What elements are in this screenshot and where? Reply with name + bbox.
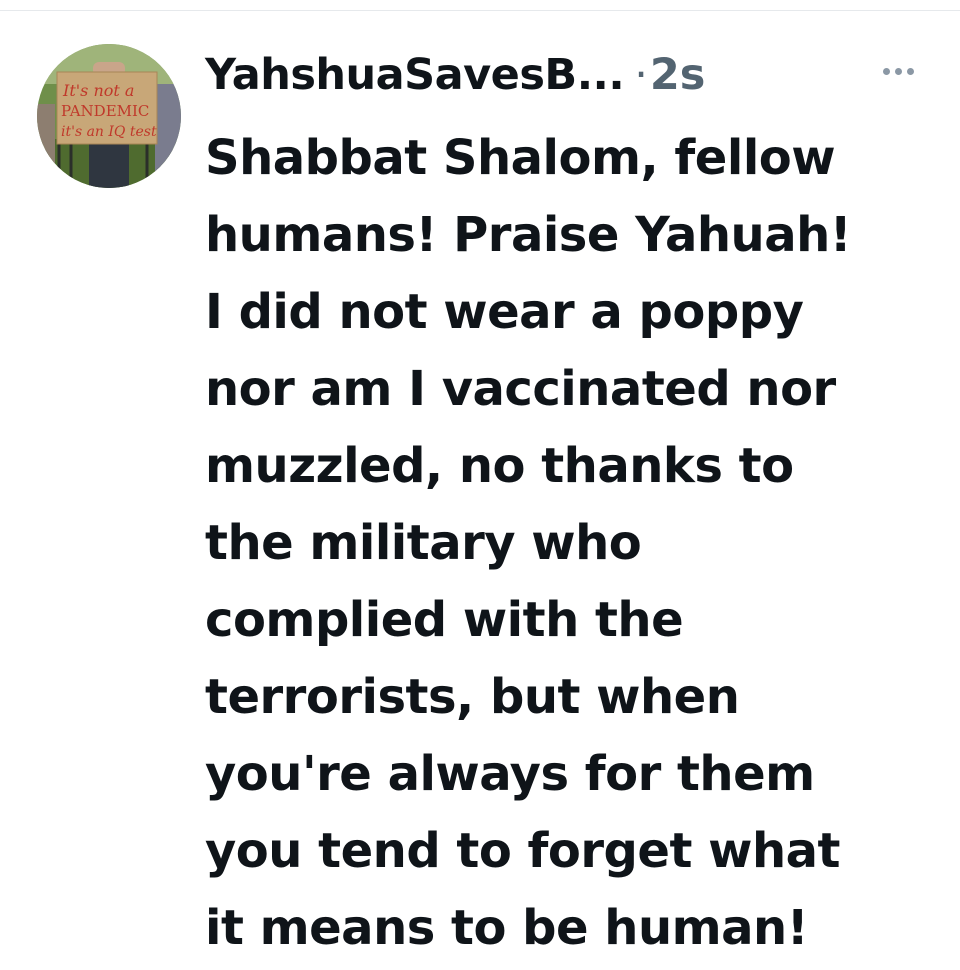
tweet-text-line: it means to be human! bbox=[205, 900, 809, 956]
tweet-text-line: humans! Praise Yahuah! bbox=[205, 207, 852, 263]
author-display-name[interactable]: YahshuaSavesB... bbox=[205, 50, 625, 100]
tweet-text-line: the military who bbox=[205, 515, 642, 571]
tweet-header: YahshuaSavesB... · 2s bbox=[205, 44, 925, 106]
sign-text-line-2: PANDEMIC bbox=[61, 102, 149, 120]
sign-text-line-3: it's an IQ test bbox=[61, 124, 157, 140]
tweet-text-line: nor am I vaccinated nor bbox=[205, 361, 836, 417]
tweet-text-line: you're always for them bbox=[205, 746, 815, 802]
avatar-image: It's not a PANDEMIC it's an IQ test bbox=[37, 44, 181, 188]
tweet-text-line: muzzled, no thanks to bbox=[205, 438, 794, 494]
tweet-text-line: complied with the bbox=[205, 592, 684, 648]
avatar[interactable]: It's not a PANDEMIC it's an IQ test bbox=[37, 44, 181, 188]
tweet-text-line: terrorists, but when bbox=[205, 669, 740, 725]
tweet-timestamp[interactable]: 2s bbox=[650, 50, 706, 100]
sign-text-line-1: It's not a bbox=[62, 81, 134, 100]
tweet-text-line: I did not wear a poppy bbox=[205, 284, 804, 340]
tweet-text: Shabbat Shalom, fellow humans! Praise Ya… bbox=[205, 120, 945, 967]
ellipsis-icon[interactable] bbox=[870, 56, 926, 86]
tweet[interactable]: It's not a PANDEMIC it's an IQ test Yahs… bbox=[0, 0, 960, 970]
header-separator: · bbox=[634, 50, 648, 100]
tweet-text-line: you tend to forget what bbox=[205, 823, 840, 879]
tweet-text-line: Shabbat Shalom, fellow bbox=[205, 130, 836, 186]
